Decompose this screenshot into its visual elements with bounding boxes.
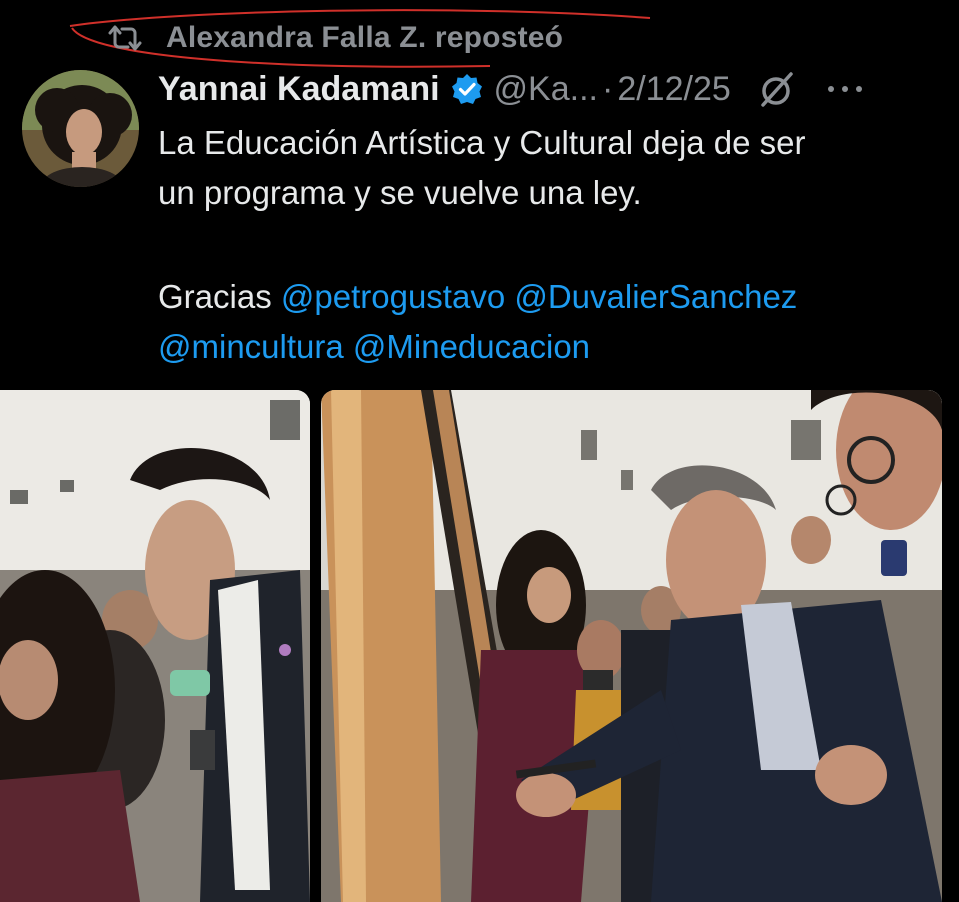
tweet-mentions-line: @mincultura @Mineducacion — [158, 322, 948, 372]
mention-link[interactable]: @petrogustavo — [281, 278, 505, 315]
header-separator: · — [602, 69, 614, 108]
mention-link[interactable]: @Mineducacion — [353, 328, 590, 365]
repost-icon — [108, 25, 142, 51]
author-name[interactable]: Yannai Kadamani — [158, 70, 440, 109]
repost-context[interactable]: Alexandra Falla Z. reposteó — [106, 18, 563, 58]
tweet-photo-2[interactable] — [321, 390, 942, 902]
tweet-header: Yannai Kadamani @Ka... · 2/12/25 — [158, 66, 948, 112]
mention-link[interactable]: @DuvalierSanchez — [514, 278, 797, 315]
tweet-date[interactable]: 2/12/25 — [617, 70, 730, 109]
tweet-photo-1[interactable] — [0, 390, 310, 902]
author-handle[interactable]: @Ka... — [494, 70, 598, 109]
more-options-icon[interactable] — [825, 79, 865, 99]
author-avatar[interactable] — [22, 70, 139, 187]
verified-badge-icon — [451, 74, 482, 104]
tweet-text-line: un programa y se vuelve una ley. — [158, 174, 642, 211]
repost-label: Alexandra Falla Z. reposteó — [166, 21, 564, 54]
tweet-body: La Educación Artística y Cultural deja d… — [158, 118, 948, 372]
tweet-text-line: La Educación Artística y Cultural deja d… — [158, 124, 806, 161]
tweet-mentions-line: Gracias @petrogustavo @DuvalierSanchez — [158, 272, 948, 322]
gracias-text: Gracias — [158, 278, 272, 315]
mention-link[interactable]: @mincultura — [158, 328, 344, 365]
grok-icon[interactable] — [757, 69, 797, 109]
